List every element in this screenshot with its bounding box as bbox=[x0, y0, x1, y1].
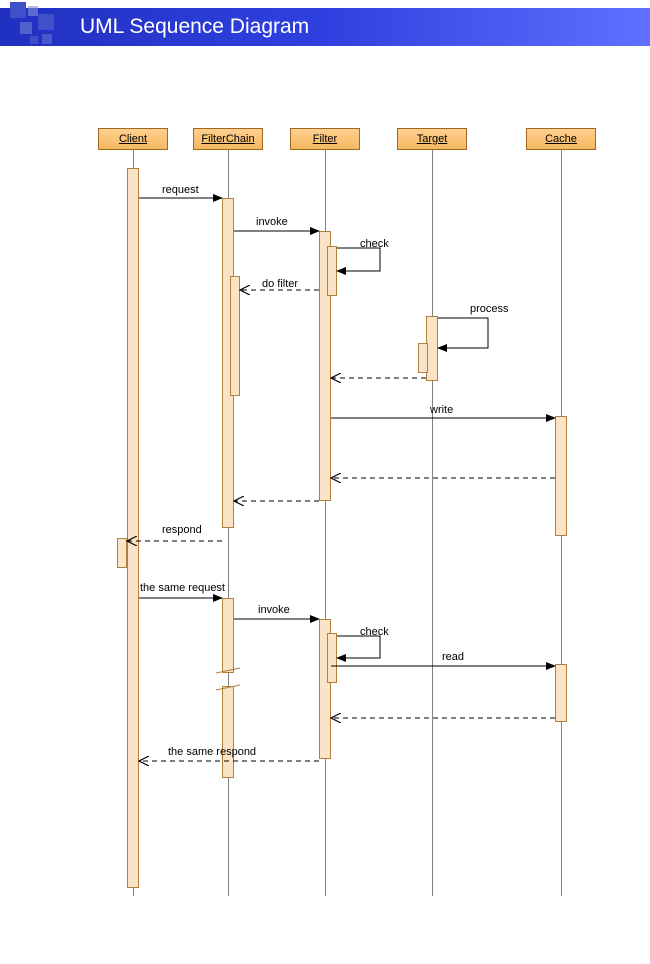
page-header: UML Sequence Diagram bbox=[0, 8, 650, 46]
activation-cache-2 bbox=[555, 664, 567, 722]
msg-same-respond: the same respond bbox=[168, 746, 256, 758]
header-logo-squares bbox=[10, 2, 70, 52]
lifeline-target bbox=[432, 150, 433, 896]
activation-filter-nested-1 bbox=[327, 246, 337, 296]
activation-client-nested bbox=[117, 538, 127, 568]
msg-process: process bbox=[470, 303, 509, 315]
sequence-diagram-canvas: Client FilterChain Filter Target Cache r… bbox=[0, 46, 650, 906]
msg-read: read bbox=[442, 651, 464, 663]
msg-same-request: the same request bbox=[140, 582, 225, 594]
page-title: UML Sequence Diagram bbox=[80, 15, 309, 38]
activation-cache-1 bbox=[555, 416, 567, 536]
participant-target: Target bbox=[397, 128, 467, 150]
activation-target-nested bbox=[418, 343, 428, 373]
msg-invoke-2: invoke bbox=[258, 604, 290, 616]
msg-respond: respond bbox=[162, 524, 202, 536]
participant-cache: Cache bbox=[526, 128, 596, 150]
msg-request: request bbox=[162, 184, 199, 196]
activation-filterchain-2b bbox=[222, 686, 234, 778]
participant-client: Client bbox=[98, 128, 168, 150]
participant-filter: Filter bbox=[290, 128, 360, 150]
activation-filterchain-2a bbox=[222, 598, 234, 673]
activation-client bbox=[127, 168, 139, 888]
msg-write: write bbox=[430, 404, 453, 416]
msg-check-1: check bbox=[360, 238, 389, 250]
participant-filterchain: FilterChain bbox=[193, 128, 263, 150]
activation-filterchain-nested bbox=[230, 276, 240, 396]
msg-invoke-1: invoke bbox=[256, 216, 288, 228]
msg-dofilter: do filter bbox=[262, 278, 298, 290]
msg-check-2: check bbox=[360, 626, 389, 638]
activation-filter-nested-2 bbox=[327, 633, 337, 683]
